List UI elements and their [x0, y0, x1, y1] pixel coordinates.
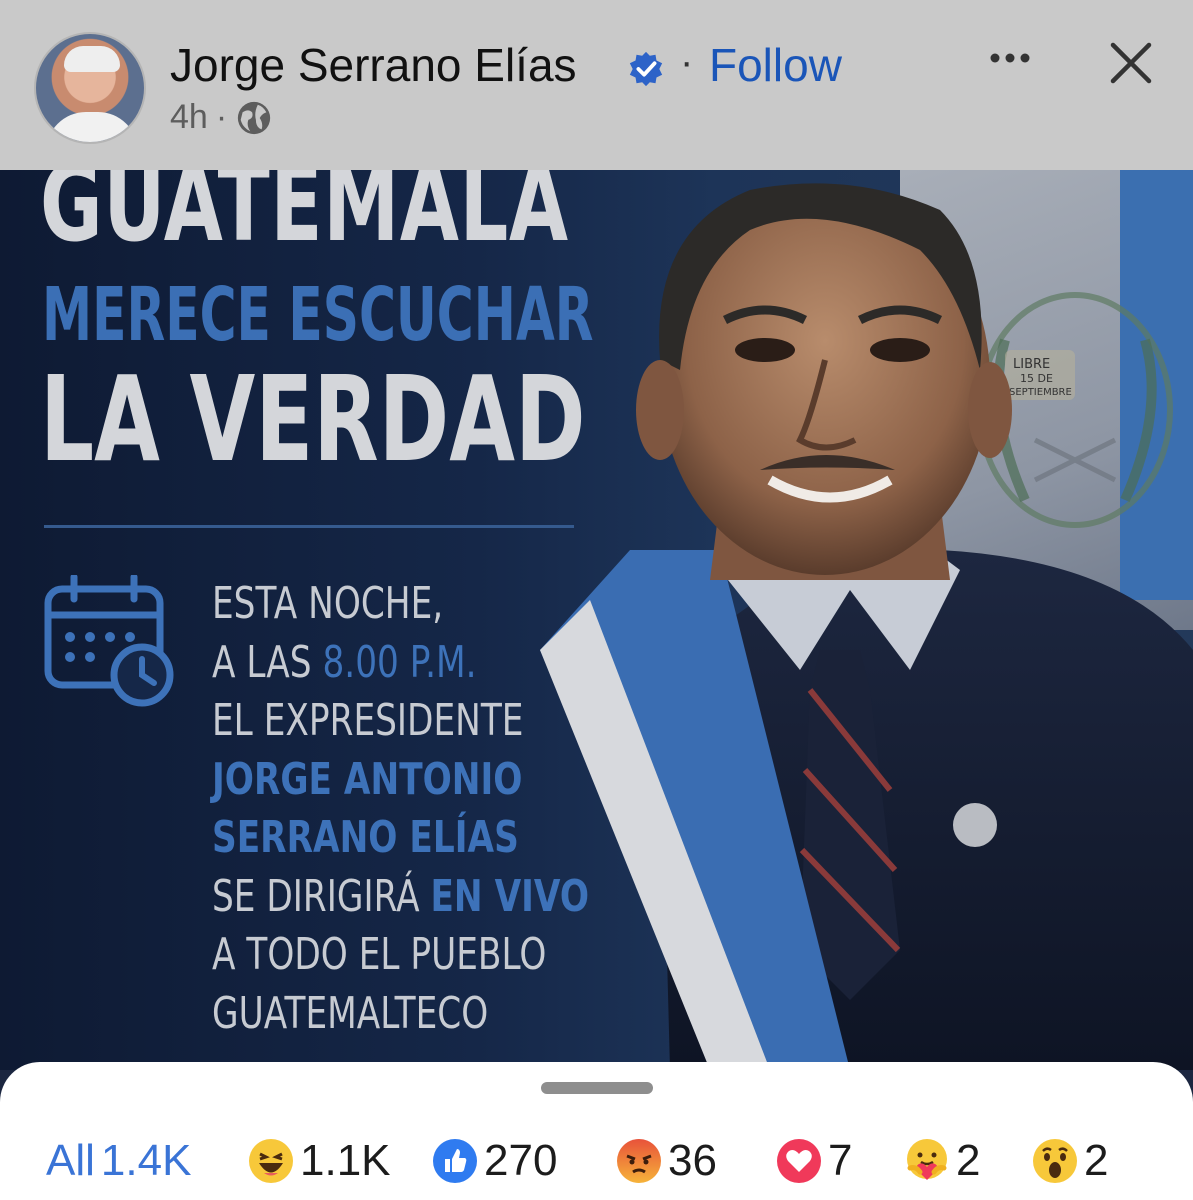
info-line2: A LAS 8.00 P.M.: [212, 636, 477, 688]
like-count: 270: [484, 1136, 558, 1185]
all-label: All: [46, 1136, 95, 1185]
reactions-sheet: All 1.4K 1.1K 270 36 7 2 2: [0, 1062, 1193, 1200]
post-image[interactable]: LIBRE 15 DE SEPTIEMBRE GUATEMALA MERECE …: [0, 170, 1193, 1070]
angry-icon: [617, 1139, 661, 1183]
more-options-icon[interactable]: [985, 38, 1035, 78]
event-info: ESTA NOCHE, A LAS 8.00 P.M. EL EXPRESIDE…: [212, 575, 695, 1043]
haha-count: 1.1K: [300, 1136, 391, 1185]
info-line8: GUATEMALTECO: [212, 987, 489, 1039]
wow-icon: [1033, 1139, 1077, 1183]
verified-badge-icon: [629, 51, 663, 87]
author-avatar[interactable]: [34, 32, 146, 144]
info-line5: SERRANO ELÍAS: [212, 812, 519, 863]
tab-angry[interactable]: 36: [616, 1136, 717, 1186]
post-time: 4h: [170, 98, 208, 136]
avatar-hair: [64, 46, 120, 72]
event-time: 8.00 P.M.: [322, 636, 477, 688]
care-icon: [907, 1139, 947, 1180]
tab-all-reactions[interactable]: All 1.4K: [46, 1136, 191, 1186]
globe-icon: [238, 101, 271, 134]
tab-care[interactable]: 2: [904, 1136, 980, 1186]
post-meta: 4h ·: [170, 98, 273, 137]
haha-icon: [249, 1139, 293, 1183]
tab-love[interactable]: 7: [776, 1136, 852, 1186]
poster-title-line1: GUATEMALA: [40, 170, 569, 265]
avatar-shirt: [46, 112, 138, 142]
follow-button[interactable]: Follow: [709, 38, 842, 92]
poster-title-line3: LA VERDAD: [40, 350, 586, 488]
info-line7: A TODO EL PUEBLO: [212, 929, 547, 980]
info-line3: EL EXPRESIDENTE: [212, 695, 524, 746]
poster-divider: [44, 525, 574, 528]
tab-like[interactable]: 270: [432, 1136, 557, 1186]
wow-count: 2: [1084, 1136, 1109, 1185]
love-count: 7: [828, 1136, 853, 1185]
live-highlight: EN VIVO: [430, 870, 590, 922]
post-header: Jorge Serrano Elías · Follow 4h ·: [0, 0, 1193, 170]
calendar-clock-icon: [44, 575, 174, 707]
sheet-grabber[interactable]: [541, 1082, 653, 1094]
author-name[interactable]: Jorge Serrano Elías: [170, 38, 577, 92]
like-icon: [433, 1139, 477, 1183]
tab-wow[interactable]: 2: [1032, 1136, 1108, 1186]
all-count: 1.4K: [100, 1136, 192, 1185]
angry-count: 36: [668, 1136, 717, 1185]
love-icon: [777, 1139, 821, 1183]
meta-separator: ·: [215, 98, 228, 136]
info-line6: SE DIRIGIRÁ EN VIVO: [212, 870, 590, 922]
info-line4: JORGE ANTONIO: [212, 753, 523, 805]
tab-haha[interactable]: 1.1K: [248, 1136, 391, 1186]
info-line1: ESTA NOCHE,: [212, 578, 444, 629]
close-icon[interactable]: [1108, 40, 1154, 86]
header-separator: ·: [680, 40, 694, 84]
poster-title-line2: MERECE ESCUCHAR: [42, 272, 594, 358]
care-count: 2: [956, 1136, 981, 1185]
